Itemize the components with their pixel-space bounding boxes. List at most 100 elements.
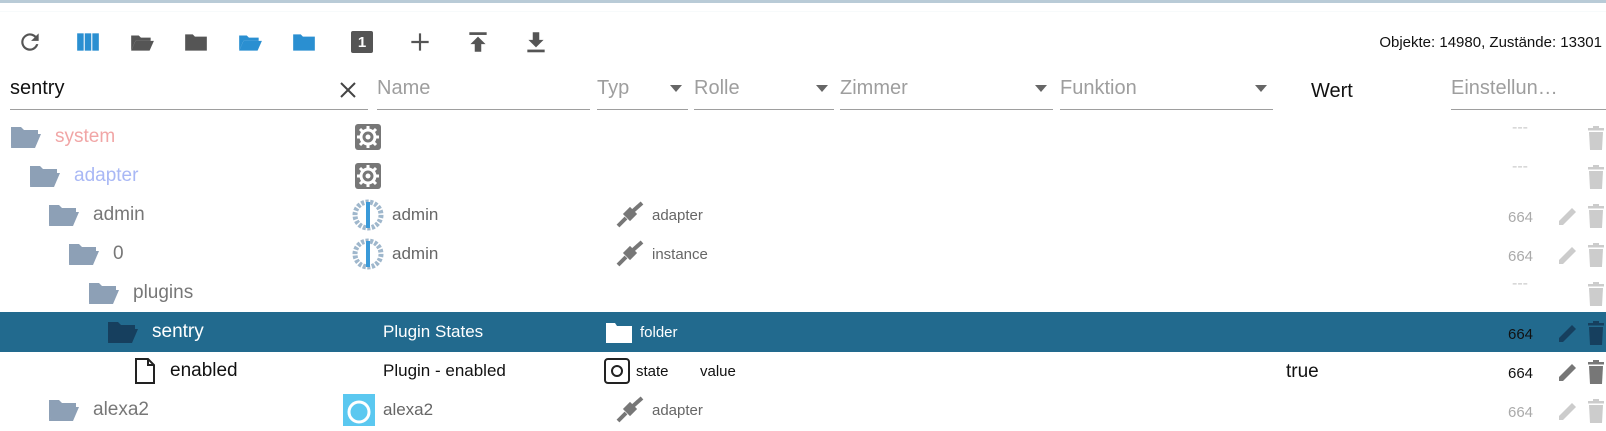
chevron-down-icon <box>816 85 828 92</box>
row-name: 0 <box>113 243 124 264</box>
pencil-icon[interactable] <box>1556 204 1580 228</box>
funktion-placeholder: Funktion <box>1060 77 1137 99</box>
row-col2: Plugin States <box>383 322 484 341</box>
row-value[interactable]: true <box>1286 361 1319 383</box>
folder-open-icon[interactable] <box>48 202 80 228</box>
table-row[interactable]: admin admin adapter 664 <box>0 195 1606 235</box>
table-row[interactable]: adapter --- <box>0 156 1606 196</box>
trash-icon[interactable] <box>1586 320 1606 346</box>
row-name: plugins <box>133 282 194 303</box>
row-name: sentry <box>152 321 204 342</box>
einstellungen-filter[interactable]: Einstellun… <box>1451 68 1606 110</box>
one-icon[interactable]: 1 <box>346 26 378 58</box>
one-label: 1 <box>351 31 373 53</box>
table-row-selected[interactable]: sentry Plugin States folder 664 <box>0 312 1606 352</box>
columns-icon[interactable] <box>72 26 104 58</box>
gear-icon <box>355 163 381 189</box>
pencil-icon[interactable] <box>1556 321 1580 345</box>
folder-open-icon[interactable] <box>88 280 120 306</box>
folder-white-icon <box>606 323 632 343</box>
rolle-filter-select[interactable]: Rolle <box>694 68 834 110</box>
row-col2: Plugin - enabled <box>383 361 506 380</box>
trash-icon[interactable] <box>1586 398 1606 424</box>
gear-icon <box>355 124 381 150</box>
id-filter-value: sentry <box>10 77 65 99</box>
top-border <box>0 0 1606 12</box>
add-icon[interactable] <box>404 26 436 58</box>
folder-open-icon[interactable] <box>29 163 61 189</box>
folder-open-blue-icon[interactable] <box>234 26 266 58</box>
table-row[interactable]: alexa2 alexa2 adapter 664 <box>0 390 1606 430</box>
alexa-logo-icon <box>343 394 375 426</box>
download-icon[interactable] <box>520 26 552 58</box>
row-num: --- <box>1512 275 1528 292</box>
row-name: system <box>55 126 116 147</box>
filter-bar: sentry Name Typ Rolle Zimmer Funktion Ei… <box>0 68 1606 114</box>
folder-open-icon[interactable] <box>126 26 158 58</box>
funktion-filter-select[interactable]: Funktion <box>1060 68 1273 110</box>
typ-filter-select[interactable]: Typ <box>597 68 688 110</box>
folder-closed-icon[interactable] <box>180 26 212 58</box>
clear-icon[interactable] <box>338 80 358 100</box>
name-placeholder: Name <box>377 77 431 99</box>
row-num: --- <box>1512 119 1528 136</box>
trash-icon[interactable] <box>1586 125 1606 151</box>
einstellungen-placeholder: Einstellun… <box>1451 77 1558 99</box>
row-col2: admin <box>392 205 439 224</box>
zimmer-placeholder: Zimmer <box>840 77 908 99</box>
row-num: 664 <box>1508 248 1534 265</box>
table-row[interactable]: system --- <box>0 117 1606 157</box>
row-col2: admin <box>392 244 439 263</box>
folder-open-icon[interactable] <box>10 124 42 150</box>
row-role: folder <box>640 324 678 341</box>
folder-open-icon[interactable] <box>48 397 80 423</box>
name-filter-input[interactable]: Name <box>377 68 590 110</box>
id-filter-input[interactable]: sentry <box>10 68 368 110</box>
row-name: enabled <box>170 360 238 381</box>
typ-placeholder: Typ <box>597 77 630 99</box>
row-role: adapter <box>652 207 703 224</box>
row-function: value <box>700 363 736 380</box>
pencil-icon[interactable] <box>1556 360 1580 384</box>
trash-icon[interactable] <box>1586 164 1606 190</box>
table-row[interactable]: 0 admin instance 664 <box>0 234 1606 274</box>
chevron-down-icon <box>670 85 682 92</box>
row-num: 664 <box>1508 326 1534 343</box>
refresh-icon[interactable] <box>14 26 46 58</box>
trash-icon[interactable] <box>1586 359 1606 385</box>
wert-column-header: Wert <box>1311 80 1353 102</box>
trash-icon[interactable] <box>1586 203 1606 229</box>
row-name: adapter <box>74 165 139 186</box>
row-name: alexa2 <box>93 399 149 420</box>
object-counts: Objekte: 14980, Zustände: 13301 <box>1379 34 1602 51</box>
pencil-icon[interactable] <box>1556 399 1580 423</box>
rolle-placeholder: Rolle <box>694 77 740 99</box>
trash-icon[interactable] <box>1586 281 1606 307</box>
zimmer-filter-select[interactable]: Zimmer <box>840 68 1053 110</box>
table-row[interactable]: plugins --- <box>0 273 1606 313</box>
admin-logo-icon <box>352 238 384 270</box>
admin-logo-icon <box>352 199 384 231</box>
row-num: 664 <box>1508 209 1534 226</box>
upload-icon[interactable] <box>462 26 494 58</box>
adapter-plug-icon <box>616 240 644 267</box>
row-role: instance <box>652 246 708 263</box>
chevron-down-icon <box>1255 85 1267 92</box>
row-num: --- <box>1512 158 1528 175</box>
row-num: 664 <box>1508 404 1534 421</box>
folder-open-icon[interactable] <box>68 241 100 267</box>
pencil-icon[interactable] <box>1556 243 1580 267</box>
chevron-down-icon <box>1035 85 1047 92</box>
adapter-plug-icon <box>616 201 644 228</box>
row-col2: alexa2 <box>383 400 434 419</box>
adapter-plug-icon <box>616 396 644 423</box>
row-num: 664 <box>1508 365 1534 382</box>
toolbar: 1 Objekte: 14980, Zustände: 13301 <box>0 18 1606 68</box>
row-role: adapter <box>652 402 703 419</box>
folder-closed-blue-icon[interactable] <box>288 26 320 58</box>
row-name: admin <box>93 204 145 225</box>
folder-open-icon[interactable] <box>107 319 139 345</box>
table-row[interactable]: enabled Plugin - enabled state value tru… <box>0 351 1606 391</box>
trash-icon[interactable] <box>1586 242 1606 268</box>
row-role: state <box>636 363 669 380</box>
